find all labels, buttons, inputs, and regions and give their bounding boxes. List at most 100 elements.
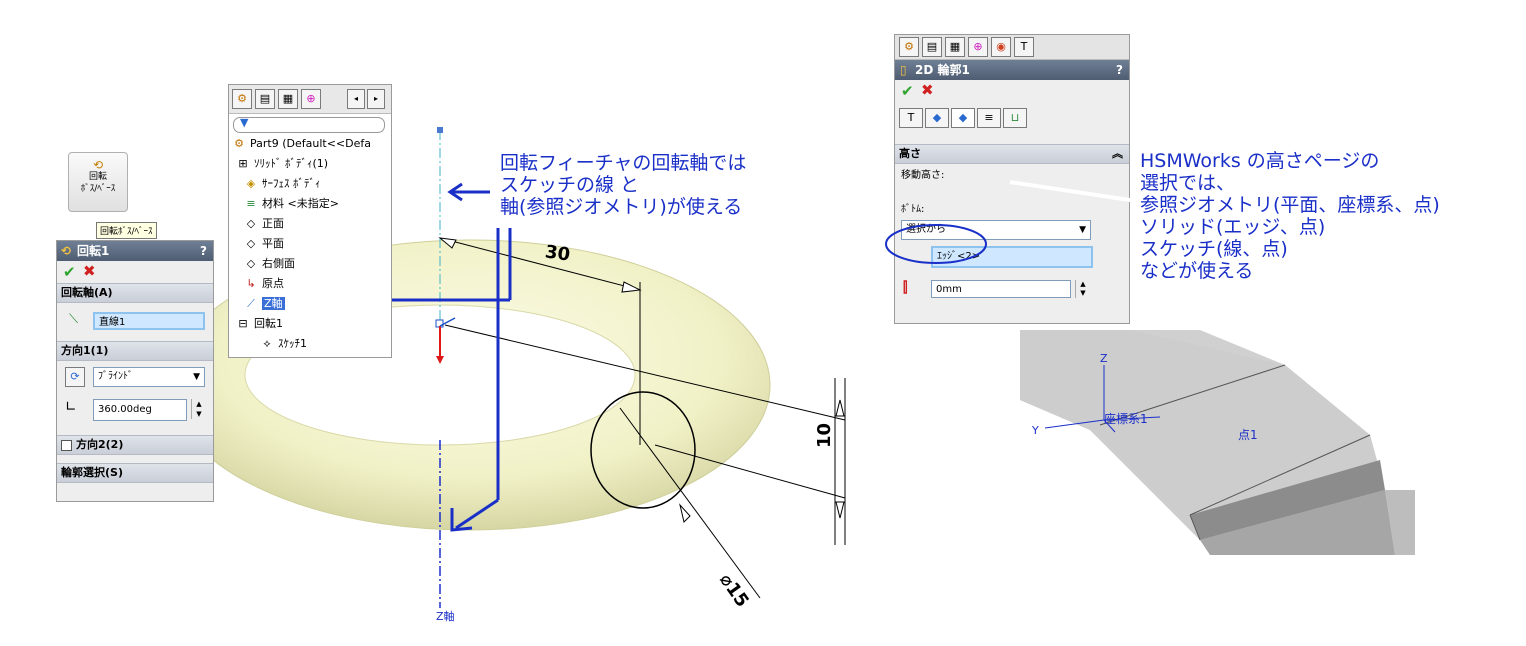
contour-group-header[interactable]: 輪郭選択(S) [57, 463, 213, 483]
help-button[interactable]: ? [1116, 60, 1123, 80]
holder-page-tab[interactable]: ◆ [925, 108, 949, 128]
direction2-checkbox[interactable] [61, 439, 72, 451]
passes-page-tab[interactable]: ≡ [977, 108, 1001, 128]
property-tab-icon[interactable]: ▤ [255, 89, 275, 109]
config-tab-icon[interactable]: ▦ [945, 37, 965, 57]
tree-item-sketch[interactable]: ⟡ ｽｹｯﾁ1 [259, 335, 307, 353]
tree-item-surface-body[interactable]: ◈ ｻｰﾌｪｽ ﾎﾞﾃﾞｨ [243, 175, 321, 193]
tree-item-material[interactable]: ≡ 材料 <未指定> [243, 195, 339, 213]
line-icon: ⟍ [69, 312, 79, 327]
tree-item-label: 平面 [262, 237, 284, 250]
angle-field[interactable]: 360.00deg [93, 399, 187, 421]
tree-item-solid-body[interactable]: ⊞ ｿﾘｯﾄﾞ ﾎﾞﾃﾞｨ(1) [235, 155, 328, 173]
annotation-right-line6: などが使える [1140, 260, 1254, 282]
tree-item-label: 右側面 [262, 257, 295, 270]
y-label: Y [1032, 424, 1039, 437]
tree-item-top-plane[interactable]: ◇ 平面 [243, 235, 284, 253]
part-label: Part9 (Default<<Defa [250, 137, 371, 150]
end-condition-combo[interactable]: ﾌﾞﾗｲﾝﾄﾞ ▼ [93, 367, 205, 387]
display-tab-icon[interactable]: ◉ [991, 37, 1011, 57]
dimension-10: 10 [814, 422, 836, 449]
direction2-label: 方向2(2) [76, 438, 124, 451]
cancel-button[interactable]: ✖ [921, 81, 934, 99]
revolve-panel-icon: ⟲ [61, 244, 72, 258]
surface-body-icon: ◈ [246, 177, 256, 190]
revolve-tooltip: 回転ﾎﾞｽ/ﾍﾞｰｽ [96, 222, 157, 239]
offset-field[interactable]: 0mm [931, 280, 1071, 298]
dimxpert-tab-icon[interactable]: ⊕ [301, 89, 321, 109]
annotation-right-line1: HSMWorks の高さページの [1140, 150, 1380, 172]
annotation-right-line2: 選択では、 [1140, 172, 1236, 194]
height-group-label: 高さ [899, 147, 921, 160]
config-tab-icon[interactable]: ▦ [278, 89, 298, 109]
offset-icon: ⫿ [903, 280, 908, 296]
tree-item-label: 材料 <未指定> [262, 197, 339, 210]
scroll-left-icon[interactable]: ◂ [347, 89, 365, 109]
axis-field[interactable]: 直線1 [93, 312, 205, 330]
collapse-icon: ⊟ [238, 317, 248, 330]
axis-icon: ⟋ [247, 297, 255, 310]
dimxpert-tab-icon[interactable]: ⊕ [968, 37, 988, 57]
material-icon: ≡ [246, 197, 256, 210]
tree-part-row[interactable]: ⚙ Part9 (Default<<Defa [231, 135, 371, 153]
sketch-icon: ⟡ [263, 337, 271, 350]
tree-item-label: ｿﾘｯﾄﾞ ﾎﾞﾃﾞｨ(1) [254, 157, 329, 170]
revolve-icon: ⟲ [92, 158, 104, 172]
end-condition-value: ﾌﾞﾗｲﾝﾄﾞ [98, 371, 133, 382]
reverse-direction-icon[interactable]: ⟳ [65, 367, 85, 387]
tree-item-front-plane[interactable]: ◇ 正面 [243, 215, 284, 233]
tree-item-right-plane[interactable]: ◇ 右側面 [243, 255, 295, 273]
hsm-titlebar: ▯ 2D 輪郭1 ? [895, 60, 1129, 80]
revolve-title: 回転1 [77, 244, 110, 258]
height-page-tab[interactable]: ◆ [951, 108, 975, 128]
scroll-right-icon[interactable]: ▸ [367, 89, 385, 109]
part-icon: ⚙ [234, 137, 244, 150]
document-icon: ▯ [900, 63, 907, 77]
chevron-down-icon: ▼ [1079, 225, 1086, 235]
tree-tab-icon[interactable]: ⚙ [899, 37, 919, 57]
feature-tree-panel: ⚙ ▤ ▦ ⊕ ◂ ▸ ▼ ⚙ Part9 (Default<<Defa ⊞ ｿﾘｯ… [228, 84, 392, 358]
plane-icon: ◇ [246, 257, 256, 270]
revolve-property-panel: ⟲ 回転1 ? ✔ ✖ 回転軸(A) ⟍ 直線1 方向1(1) ⟳ ﾌﾞﾗｲﾝﾄ… [56, 240, 214, 502]
tree-item-label: 原点 [262, 277, 284, 290]
annotation-left-line2: スケッチの線 と [500, 174, 640, 196]
linking-page-tab[interactable]: ⊔ [1003, 108, 1027, 128]
dimension-30: 30 [543, 241, 572, 266]
tree-item-origin[interactable]: ↳ 原点 [243, 275, 284, 293]
chevron-down-icon: ▼ [193, 372, 200, 382]
highlight-oval [885, 224, 987, 264]
origin-icon: ↳ [246, 277, 256, 290]
hsm-tab-icon[interactable]: T [1014, 37, 1034, 57]
plane-icon: ◇ [246, 217, 256, 230]
revolve-titlebar: ⟲ 回転1 ? [57, 241, 213, 261]
annotation-left: 回転フィーチャの回転軸では スケッチの線 と 軸(参照ジオメトリ)が使える [500, 152, 746, 218]
angle-icon: ∟ [65, 399, 77, 415]
cancel-button[interactable]: ✖ [83, 262, 96, 280]
z-label: Z [1100, 352, 1108, 365]
solid-viewport [1020, 330, 1415, 555]
angle-spinner[interactable]: ▲ ▼ [191, 399, 206, 419]
annotation-right-line3: 参照ジオメトリ(平面、座標系、点) [1140, 194, 1440, 216]
tree-tab-icon[interactable]: ⚙ [232, 89, 252, 109]
annotation-left-line1: 回転フィーチャの回転軸では [500, 152, 747, 174]
z-axis-label: Z軸 [436, 610, 455, 623]
tree-item-label: ｻｰﾌｪｽ ﾎﾞﾃﾞｨ [262, 177, 321, 190]
filter-icon: ▼ [240, 116, 249, 129]
direction2-group-header[interactable]: 方向2(2) [57, 435, 213, 455]
tree-item-label: ｽｹｯﾁ1 [278, 337, 307, 350]
revolve-boss-button[interactable]: ⟲ 回転 ﾎﾞｽ/ﾍﾞｰｽ [68, 152, 128, 212]
pointer-line [1009, 180, 1157, 206]
ok-button[interactable]: ✔ [901, 82, 914, 100]
filter-box[interactable]: ▼ [233, 116, 385, 133]
plane-icon: ◇ [246, 237, 256, 250]
offset-spinner[interactable]: ▲ ▼ [1075, 280, 1090, 298]
ok-button[interactable]: ✔ [63, 263, 76, 281]
tree-item-revolve[interactable]: ⊟ 回転1 [235, 315, 283, 333]
annotation-right-line5: スケッチ(線、点) [1140, 238, 1288, 260]
tree-item-z-axis[interactable]: ⟋ Z軸 [243, 295, 285, 313]
help-button[interactable]: ? [200, 241, 207, 261]
property-tab-icon[interactable]: ▤ [922, 37, 942, 57]
axis-group-header[interactable]: 回転軸(A) [57, 283, 213, 303]
direction1-group-header[interactable]: 方向1(1) [57, 341, 213, 361]
tool-page-tab[interactable]: T [899, 108, 923, 128]
